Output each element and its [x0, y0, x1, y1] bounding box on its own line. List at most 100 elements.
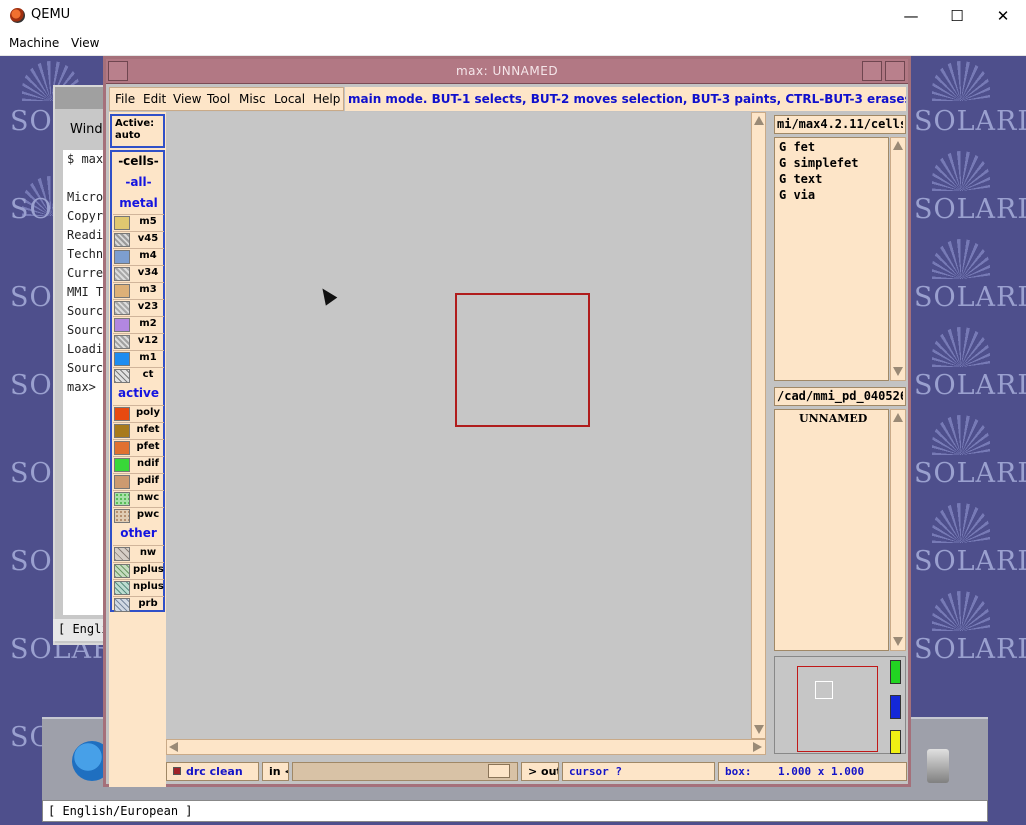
menu-edit[interactable]: Edit	[143, 92, 166, 106]
menu-local[interactable]: Local	[274, 92, 305, 106]
active-value: auto	[115, 130, 141, 141]
all-layers-selector[interactable]: -all-	[113, 175, 164, 192]
layer-ndif[interactable]: ndif	[113, 456, 164, 472]
layer-label: m3	[139, 284, 157, 295]
layer-palette: Active: auto -cells- -all- metal m5 v45 …	[109, 112, 166, 787]
scroll-up-icon[interactable]	[754, 116, 764, 125]
edit-box[interactable]	[455, 293, 590, 427]
layer-nplus[interactable]: nplus	[113, 579, 164, 595]
box-readout: box: 1.000 x 1.000	[718, 762, 907, 781]
cell-item[interactable]: G via	[779, 188, 815, 202]
layer-v23[interactable]: v23	[113, 299, 164, 315]
cell-item[interactable]: G simplefet	[779, 156, 858, 170]
layer-pdif[interactable]: pdif	[113, 473, 164, 489]
menu-misc[interactable]: Misc	[239, 92, 266, 106]
menu-file[interactable]: File	[115, 92, 135, 106]
layer-m1[interactable]: m1	[113, 350, 164, 366]
layer-ct[interactable]: ct	[113, 367, 164, 383]
layer-m5[interactable]: m5	[113, 214, 164, 230]
zoom-slider[interactable]	[292, 762, 518, 781]
maximize-button[interactable]	[885, 61, 905, 81]
layer-prb[interactable]: prb	[113, 596, 164, 612]
menu-tool[interactable]: Tool	[207, 92, 230, 106]
library-path-field[interactable]: /cad/mmi_pd_040526	[774, 387, 906, 406]
layer-label: m2	[139, 318, 157, 329]
layer-swatch	[114, 407, 130, 421]
library-scrollbar[interactable]	[890, 409, 906, 651]
host-titlebar: QEMU — ☐ ✕	[0, 0, 1026, 31]
layer-poly[interactable]: poly	[113, 405, 164, 421]
layer-pwc[interactable]: pwc	[113, 507, 164, 523]
layer-swatch	[114, 441, 130, 455]
scroll-up-icon[interactable]	[893, 413, 903, 422]
maximize-button[interactable]: ☐	[934, 0, 980, 31]
indicator-yellow[interactable]	[890, 730, 901, 754]
canvas-horizontal-scrollbar[interactable]	[166, 739, 766, 755]
zoom-slider-thumb[interactable]	[488, 764, 510, 778]
menu-machine[interactable]: Machine	[9, 36, 59, 50]
layer-pfet[interactable]: pfet	[113, 439, 164, 455]
layer-label: ct	[142, 369, 154, 380]
terminal-prompt: max>	[67, 380, 96, 394]
scroll-down-icon[interactable]	[893, 637, 903, 646]
sun-logo-icon	[932, 327, 990, 367]
layer-label: v45	[137, 233, 159, 244]
layer-swatch	[114, 318, 130, 332]
cells-selector[interactable]: -cells-	[113, 154, 164, 171]
layer-m2[interactable]: m2	[113, 316, 164, 332]
minimize-button[interactable]: —	[888, 0, 934, 31]
indicator-green[interactable]	[890, 660, 901, 684]
layer-pplus[interactable]: pplus	[113, 562, 164, 578]
scroll-up-icon[interactable]	[893, 141, 903, 150]
layer-m3[interactable]: m3	[113, 282, 164, 298]
layers-list: -cells- -all- metal m5 v45 m4 v34 m3 v23…	[110, 150, 165, 612]
group-active[interactable]: active	[113, 386, 164, 403]
layer-nw[interactable]: nw	[113, 545, 164, 561]
layer-swatch	[114, 250, 130, 264]
layer-swatch	[114, 335, 130, 349]
max-window[interactable]: max: UNNAMED File Edit View Tool Misc Lo…	[103, 56, 911, 787]
cells-scrollbar[interactable]	[890, 137, 906, 381]
trash-icon[interactable]	[927, 749, 949, 783]
zoom-in-button[interactable]: in <	[262, 762, 289, 781]
active-layer-indicator[interactable]: Active: auto	[110, 114, 165, 148]
layer-swatch	[114, 564, 130, 578]
layer-nfet[interactable]: nfet	[113, 422, 164, 438]
scroll-down-icon[interactable]	[893, 367, 903, 376]
drc-status[interactable]: drc clean	[166, 762, 259, 781]
layer-nwc[interactable]: nwc	[113, 490, 164, 506]
overview-frame	[797, 666, 878, 752]
indicator-blue[interactable]	[890, 695, 901, 719]
layer-m4[interactable]: m4	[113, 248, 164, 264]
library-item[interactable]: UNNAMED	[799, 412, 867, 425]
cells-path-field[interactable]: mi/max4.2.11/cells	[774, 115, 906, 134]
layer-v12[interactable]: v12	[113, 333, 164, 349]
layer-swatch	[114, 492, 130, 506]
group-other[interactable]: other	[113, 526, 164, 543]
canvas-vertical-scrollbar[interactable]	[751, 112, 766, 739]
menu-help[interactable]: Help	[313, 92, 340, 106]
library-list[interactable]: UNNAMED	[774, 409, 889, 651]
terminal-line: Sourc	[67, 323, 104, 337]
library-path: /cad/mmi_pd_040526	[777, 389, 903, 403]
overview-viewport[interactable]	[815, 681, 833, 699]
close-button[interactable]: ✕	[980, 0, 1026, 31]
zoom-out-button[interactable]: > out	[521, 762, 559, 781]
layer-v34[interactable]: v34	[113, 265, 164, 281]
menu-view[interactable]: View	[71, 36, 99, 50]
terminal-line: Sourc	[67, 304, 104, 318]
scroll-left-icon[interactable]	[169, 742, 178, 752]
overview-map[interactable]	[774, 656, 906, 754]
group-metal[interactable]: metal	[113, 196, 164, 213]
max-titlebar[interactable]: max: UNNAMED	[106, 59, 908, 84]
cells-list[interactable]: G fet G simplefet G text G via	[774, 137, 889, 381]
menu-view[interactable]: View	[173, 92, 201, 106]
minimize-button[interactable]	[862, 61, 882, 81]
layout-canvas[interactable]	[166, 112, 750, 739]
layer-v45[interactable]: v45	[113, 231, 164, 247]
terminal-line: Loadi	[67, 342, 104, 356]
scroll-right-icon[interactable]	[753, 742, 762, 752]
cell-item[interactable]: G text	[779, 172, 822, 186]
cell-item[interactable]: G fet	[779, 140, 815, 154]
scroll-down-icon[interactable]	[754, 725, 764, 734]
